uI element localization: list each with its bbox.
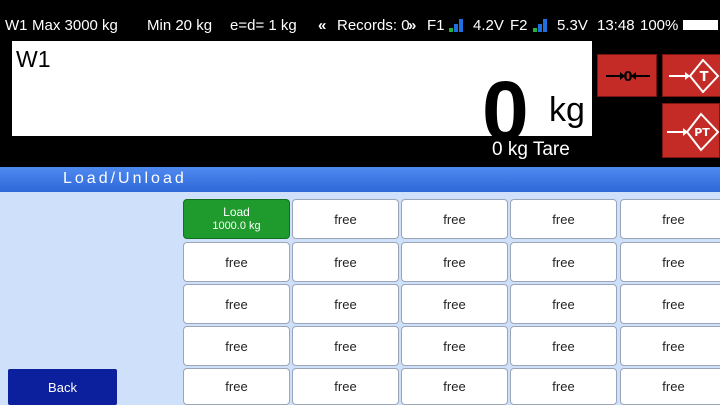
slot-button[interactable]: free bbox=[292, 284, 399, 324]
records-prev-icon[interactable]: « bbox=[318, 17, 326, 34]
slot-label: free bbox=[225, 254, 248, 270]
scale-name: W1 bbox=[5, 17, 28, 34]
slot-label: free bbox=[552, 296, 575, 312]
clock: 13:48 bbox=[597, 17, 635, 34]
f2-label: F2 bbox=[510, 17, 528, 34]
min-capacity: Min 20 kg bbox=[147, 17, 213, 34]
slot-button[interactable]: free bbox=[401, 368, 508, 405]
slot-button[interactable]: Load 1000.0 kg bbox=[183, 199, 290, 239]
division: e=d= 1 kg bbox=[230, 17, 297, 34]
slot-label: free bbox=[225, 338, 248, 354]
slot-button[interactable]: free bbox=[620, 242, 720, 282]
slot-label: free bbox=[334, 379, 357, 394]
slot-label: free bbox=[334, 296, 357, 312]
slot-button[interactable]: free bbox=[292, 199, 399, 239]
slot-button[interactable]: free bbox=[510, 199, 617, 239]
f2-signal-icon bbox=[533, 19, 550, 32]
zero-button[interactable]: 0 bbox=[597, 54, 657, 97]
slot-button[interactable]: free bbox=[401, 284, 508, 324]
screen-title-bar: Load/Unload bbox=[0, 167, 720, 192]
tare-button[interactable]: T bbox=[662, 54, 720, 97]
slot-label: free bbox=[334, 211, 357, 227]
slot-label: free bbox=[552, 211, 575, 227]
slot-button[interactable]: free bbox=[401, 242, 508, 282]
slot-button[interactable]: free bbox=[510, 284, 617, 324]
slot-label: free bbox=[662, 338, 685, 354]
battery-icon bbox=[683, 20, 718, 30]
slot-button[interactable]: free bbox=[620, 199, 720, 239]
slot-label: free bbox=[443, 296, 466, 312]
tare-icon: T bbox=[669, 58, 720, 94]
records-next-icon[interactable]: » bbox=[408, 17, 416, 34]
slot-button[interactable]: free bbox=[292, 326, 399, 366]
slot-label: free bbox=[662, 296, 685, 312]
screen-title: Load/Unload bbox=[63, 170, 187, 187]
slot-button[interactable]: free bbox=[183, 326, 290, 366]
weight-scale-name: W1 bbox=[16, 46, 51, 72]
slot-button[interactable]: free bbox=[401, 199, 508, 239]
svg-text:T: T bbox=[700, 70, 709, 85]
slot-button[interactable]: free bbox=[183, 284, 290, 324]
slot-label: free bbox=[443, 379, 466, 394]
slot-button[interactable]: free bbox=[401, 326, 508, 366]
f1-signal-icon bbox=[449, 19, 466, 32]
slot-label: free bbox=[334, 254, 357, 270]
zero-icon: 0 bbox=[606, 70, 650, 85]
records-count: Records: 0 bbox=[337, 17, 410, 34]
slot-label: free bbox=[443, 211, 466, 227]
slot-label: free bbox=[552, 338, 575, 354]
slot-label: free bbox=[443, 338, 466, 354]
weight-display: W1 0 kg bbox=[12, 41, 592, 153]
f1-voltage: 4.2V bbox=[473, 17, 504, 34]
slot-button[interactable]: free bbox=[510, 242, 617, 282]
status-bar: W1 Max 3000 kg Min 20 kg e=d= 1 kg « Rec… bbox=[0, 0, 720, 38]
svg-text:0: 0 bbox=[623, 70, 632, 85]
f2-voltage: 5.3V bbox=[557, 17, 588, 34]
slot-button[interactable]: free bbox=[510, 368, 617, 405]
slot-label: free bbox=[662, 379, 685, 394]
slot-label: free bbox=[552, 379, 575, 394]
slot-label: Load bbox=[223, 205, 250, 219]
slot-button[interactable]: free bbox=[620, 326, 720, 366]
tare-bar: 0 kg Tare bbox=[12, 136, 592, 164]
slot-label: free bbox=[334, 338, 357, 354]
slot-weight: 1000.0 kg bbox=[212, 220, 261, 232]
slot-label: free bbox=[552, 254, 575, 270]
preset-tare-button[interactable]: PT bbox=[662, 103, 720, 158]
slot-button[interactable]: free bbox=[183, 368, 290, 405]
back-button[interactable]: Back bbox=[8, 369, 117, 405]
slot-button[interactable]: free bbox=[620, 284, 720, 324]
max-capacity: Max 3000 kg bbox=[32, 17, 118, 34]
slot-button[interactable]: free bbox=[510, 326, 617, 366]
f1-label: F1 bbox=[427, 17, 445, 34]
slot-label: free bbox=[225, 379, 248, 394]
slot-label: free bbox=[662, 211, 685, 227]
slot-button[interactable]: free bbox=[292, 368, 399, 405]
slot-button[interactable]: free bbox=[620, 368, 720, 405]
tare-value: 0 kg Tare bbox=[492, 139, 570, 160]
slot-label: free bbox=[662, 254, 685, 270]
slot-label: free bbox=[225, 296, 248, 312]
svg-text:PT: PT bbox=[694, 126, 710, 139]
battery-percent: 100% bbox=[640, 17, 679, 34]
slot-button[interactable]: free bbox=[183, 242, 290, 282]
weight-unit: kg bbox=[549, 91, 585, 129]
preset-tare-icon: PT bbox=[667, 112, 720, 152]
slot-button[interactable]: free bbox=[292, 242, 399, 282]
slot-label: free bbox=[443, 254, 466, 270]
